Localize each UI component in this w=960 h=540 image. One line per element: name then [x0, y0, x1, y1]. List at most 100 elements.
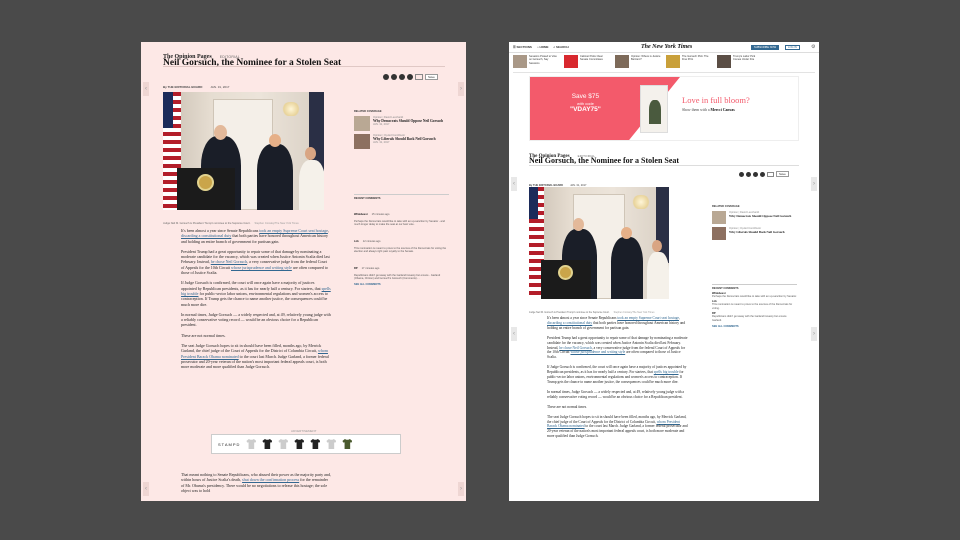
strip-headline[interactable]: Trump's Labor Pick Comes Under Fire [733, 55, 763, 62]
stampd-ad[interactable]: STAMPD [211, 434, 401, 454]
paragraph-text: The seat Judge Gorsuch hopes to sit in s… [181, 343, 322, 354]
article-paragraph: It's been almost a year since Senate Rep… [547, 316, 689, 331]
strip-headline[interactable]: Senators Poised to Vote on Gorsuch, Say … [529, 55, 559, 65]
article-body: It's been almost a year since Senate Rep… [181, 228, 331, 375]
comment-time: 12 minutes ago [362, 239, 381, 243]
strip-headline[interactable]: The Gorsuch Pick: The Fine Print [682, 55, 712, 62]
paragraph-text: It's been almost a year since Senate Rep… [181, 228, 260, 233]
share-tools: Save [383, 74, 438, 80]
prev-arrow-icon[interactable]: ‹ [143, 482, 149, 496]
related-item[interactable]: Opinion | Op-Ed Contributor Why Liberals… [354, 134, 449, 149]
strip-item[interactable]: Opinion: Where is Justice Bertram? [615, 55, 661, 72]
inline-link[interactable]: he chose Neil Gorsuch [211, 259, 247, 264]
prev-arrow-icon[interactable]: ‹ [511, 177, 517, 191]
twitter-icon[interactable] [746, 171, 751, 177]
headline-strip: Senators Poised to Vote on Gorsuch, Say … [513, 55, 815, 73]
save-button[interactable]: Save [425, 74, 438, 80]
inline-link[interactable]: whose jurisprudence and writing style [231, 265, 292, 270]
comment-item[interactable]: RP 17 minutes ago Republicans didn't get… [354, 256, 449, 281]
strip-headline[interactable]: Cabinet Picks Clear Senate Committees [580, 55, 610, 62]
article-photo [163, 92, 324, 210]
ad-product-image [640, 85, 668, 133]
search-link[interactable]: ⌕ SEARCH [554, 45, 569, 49]
comment-item[interactable]: RP Republicans didn't get away with the … [712, 312, 797, 322]
byline: By THE EDITORIAL BOARD [163, 85, 203, 89]
related-thumbnail [712, 227, 726, 240]
login-button[interactable]: LOG IN [785, 45, 800, 50]
comment-text: Republicans didn't get away with the Gar… [712, 315, 787, 322]
comment-text: Perhaps the Democrats would like to take… [712, 295, 797, 298]
inline-link[interactable]: spells big trouble [654, 370, 679, 374]
comment-item[interactable]: Lnb 12 minutes ago This nomination is me… [354, 229, 449, 254]
inline-link[interactable]: whose jurisprudence and writing style [570, 350, 625, 354]
shirt-icon [310, 439, 321, 449]
paragraph-text: , [327, 228, 329, 233]
facebook-icon[interactable] [383, 74, 389, 80]
photo-caption: Judge Neil M. Gorsuch is President Trump… [529, 311, 610, 314]
gear-icon[interactable]: ⚙ [811, 45, 815, 50]
next-arrow-icon[interactable]: › [458, 482, 464, 496]
save-button[interactable]: Save [776, 171, 789, 177]
next-arrow-icon[interactable]: › [458, 82, 464, 96]
email-icon[interactable] [753, 171, 758, 177]
article-paragraph: President Trump had a great opportunity … [181, 249, 331, 275]
share-tools: Save [739, 171, 789, 177]
facebook-icon[interactable] [739, 171, 744, 177]
more-icon[interactable] [760, 171, 765, 177]
inline-link[interactable]: shut down the confirmation process [242, 477, 299, 482]
next-arrow-icon[interactable]: › [811, 327, 817, 341]
next-arrow-icon[interactable]: › [811, 177, 817, 191]
related-item[interactable]: Opinion | David Leonhardt Why Democrats … [354, 116, 449, 131]
article-paragraph: In normal times, Judge Gorsuch — a widel… [547, 390, 689, 400]
comment-icon[interactable] [767, 171, 774, 177]
more-icon[interactable] [407, 74, 413, 80]
home-link[interactable]: ⌂ HOME [537, 45, 549, 49]
mercci-ad-banner[interactable]: Save $75 with code "VDAY75" Love in full… [529, 76, 799, 141]
strip-item[interactable]: Trump's Labor Pick Comes Under Fire [717, 55, 763, 72]
comments-heading: RECENT COMMENTS [354, 194, 449, 200]
inline-link[interactable]: he chose Neil Gorsuch [559, 346, 592, 350]
related-title[interactable]: Why Liberals Should Back Neil Gorsuch [729, 230, 785, 234]
inline-link[interactable]: took an empty Supreme Court seat hostage [617, 316, 679, 320]
photo-credit: Stephen Crowley/The New York Times [254, 222, 299, 225]
prev-arrow-icon[interactable]: ‹ [511, 327, 517, 341]
strip-item[interactable]: Cabinet Picks Clear Senate Committees [564, 55, 610, 72]
sections-menu[interactable]: ☰ SECTIONS [513, 45, 532, 49]
inline-link[interactable]: discarding a constitutional duty [547, 321, 592, 325]
comment-icon[interactable] [415, 74, 423, 80]
recent-comments: RECENT COMMENTS Wildebeest 15 minutes ag… [354, 194, 449, 286]
inline-link[interactable]: discarding a constitutional duty [181, 233, 231, 238]
related-title[interactable]: Why Democrats Should Oppose Neil Gorsuch [729, 214, 791, 218]
twitter-icon[interactable] [391, 74, 397, 80]
comment-item[interactable]: Wildebeest Perhaps the Democrats would l… [712, 292, 797, 298]
related-item[interactable]: Opinion | David Leonhardt Why Democrats … [712, 211, 797, 224]
see-all-comments-link[interactable]: SEE ALL COMMENTS [712, 325, 797, 328]
strip-item[interactable]: The Gorsuch Pick: The Fine Print [666, 55, 712, 72]
article-photo [529, 187, 669, 299]
paragraph-text: These are not normal times. [181, 332, 226, 338]
related-date: JAN. 31, 2017 [373, 141, 390, 144]
nyt-logo[interactable]: The New York Times [641, 44, 692, 50]
strip-headline[interactable]: Opinion: Where is Justice Bertram? [631, 55, 661, 62]
see-all-comments-link[interactable]: SEE ALL COMMENTS [354, 283, 449, 286]
related-date: JAN. 31, 2017 [373, 123, 390, 126]
recent-comments: RECENT COMMENTS Wildebeest Perhaps the D… [712, 284, 797, 328]
comment-author: RP [354, 266, 358, 270]
article-paragraph: It's been almost a year since Senate Rep… [181, 228, 331, 244]
strip-thumbnail [564, 55, 578, 68]
shirt-icon [246, 439, 257, 449]
comment-author: Wildebeest [354, 213, 368, 216]
email-icon[interactable] [399, 74, 405, 80]
article-paragraph: In normal times, Judge Gorsuch — a widel… [181, 312, 331, 328]
shirt-icon [294, 439, 305, 449]
subscribe-button[interactable]: SUBSCRIBE NOW [751, 45, 780, 50]
comment-time: 17 minutes ago [361, 266, 380, 270]
comment-item[interactable]: Wildebeest 15 minutes ago Perhaps the De… [354, 202, 449, 227]
strip-item[interactable]: Senators Poised to Vote on Gorsuch, Say … [513, 55, 559, 72]
advertisement-label: ADVERTISEMENT [291, 429, 317, 433]
related-item[interactable]: Opinion | Op-Ed Contributor Why Liberals… [712, 227, 797, 240]
prev-arrow-icon[interactable]: ‹ [143, 82, 149, 96]
inline-link[interactable]: took an empty Supreme Court seat hostage [259, 228, 328, 233]
comment-item[interactable]: Lnb This nomination is meant to prove to… [712, 300, 797, 310]
article-paragraph: President Trump had a great opportunity … [547, 336, 689, 361]
